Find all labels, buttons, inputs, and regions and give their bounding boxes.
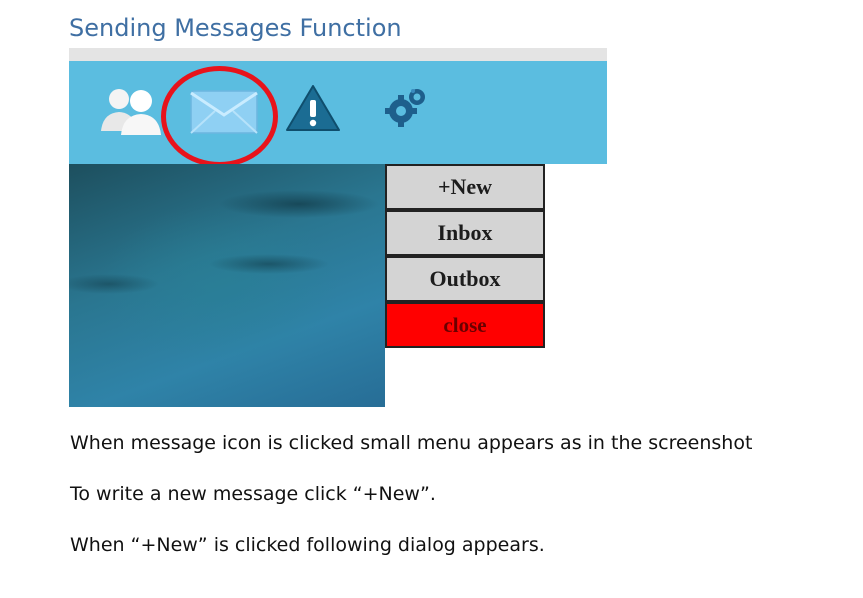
inbox-button[interactable]: Inbox xyxy=(385,210,545,256)
close-button[interactable]: close xyxy=(385,302,545,348)
gear-icon[interactable] xyxy=(383,83,431,131)
document-page: Sending Messages Function +New Inbox Out… xyxy=(0,0,863,598)
new-message-button[interactable]: +New xyxy=(385,164,545,210)
section-heading: Sending Messages Function xyxy=(69,14,402,42)
background-image xyxy=(69,164,385,407)
paragraph-3: When “+New” is clicked following dialog … xyxy=(70,534,545,556)
outbox-button[interactable]: Outbox xyxy=(385,256,545,302)
users-icon[interactable] xyxy=(97,85,165,137)
paragraph-2: To write a new message click “+New”. xyxy=(70,483,436,505)
screenshot-figure: +New Inbox Outbox close xyxy=(69,48,607,407)
paragraph-1: When message icon is clicked small menu … xyxy=(70,432,753,454)
highlight-circle xyxy=(161,66,278,167)
warning-icon[interactable] xyxy=(285,83,341,133)
message-menu: +New Inbox Outbox close xyxy=(385,164,545,348)
app-toolbar xyxy=(69,61,607,167)
window-top-strip xyxy=(69,48,607,61)
